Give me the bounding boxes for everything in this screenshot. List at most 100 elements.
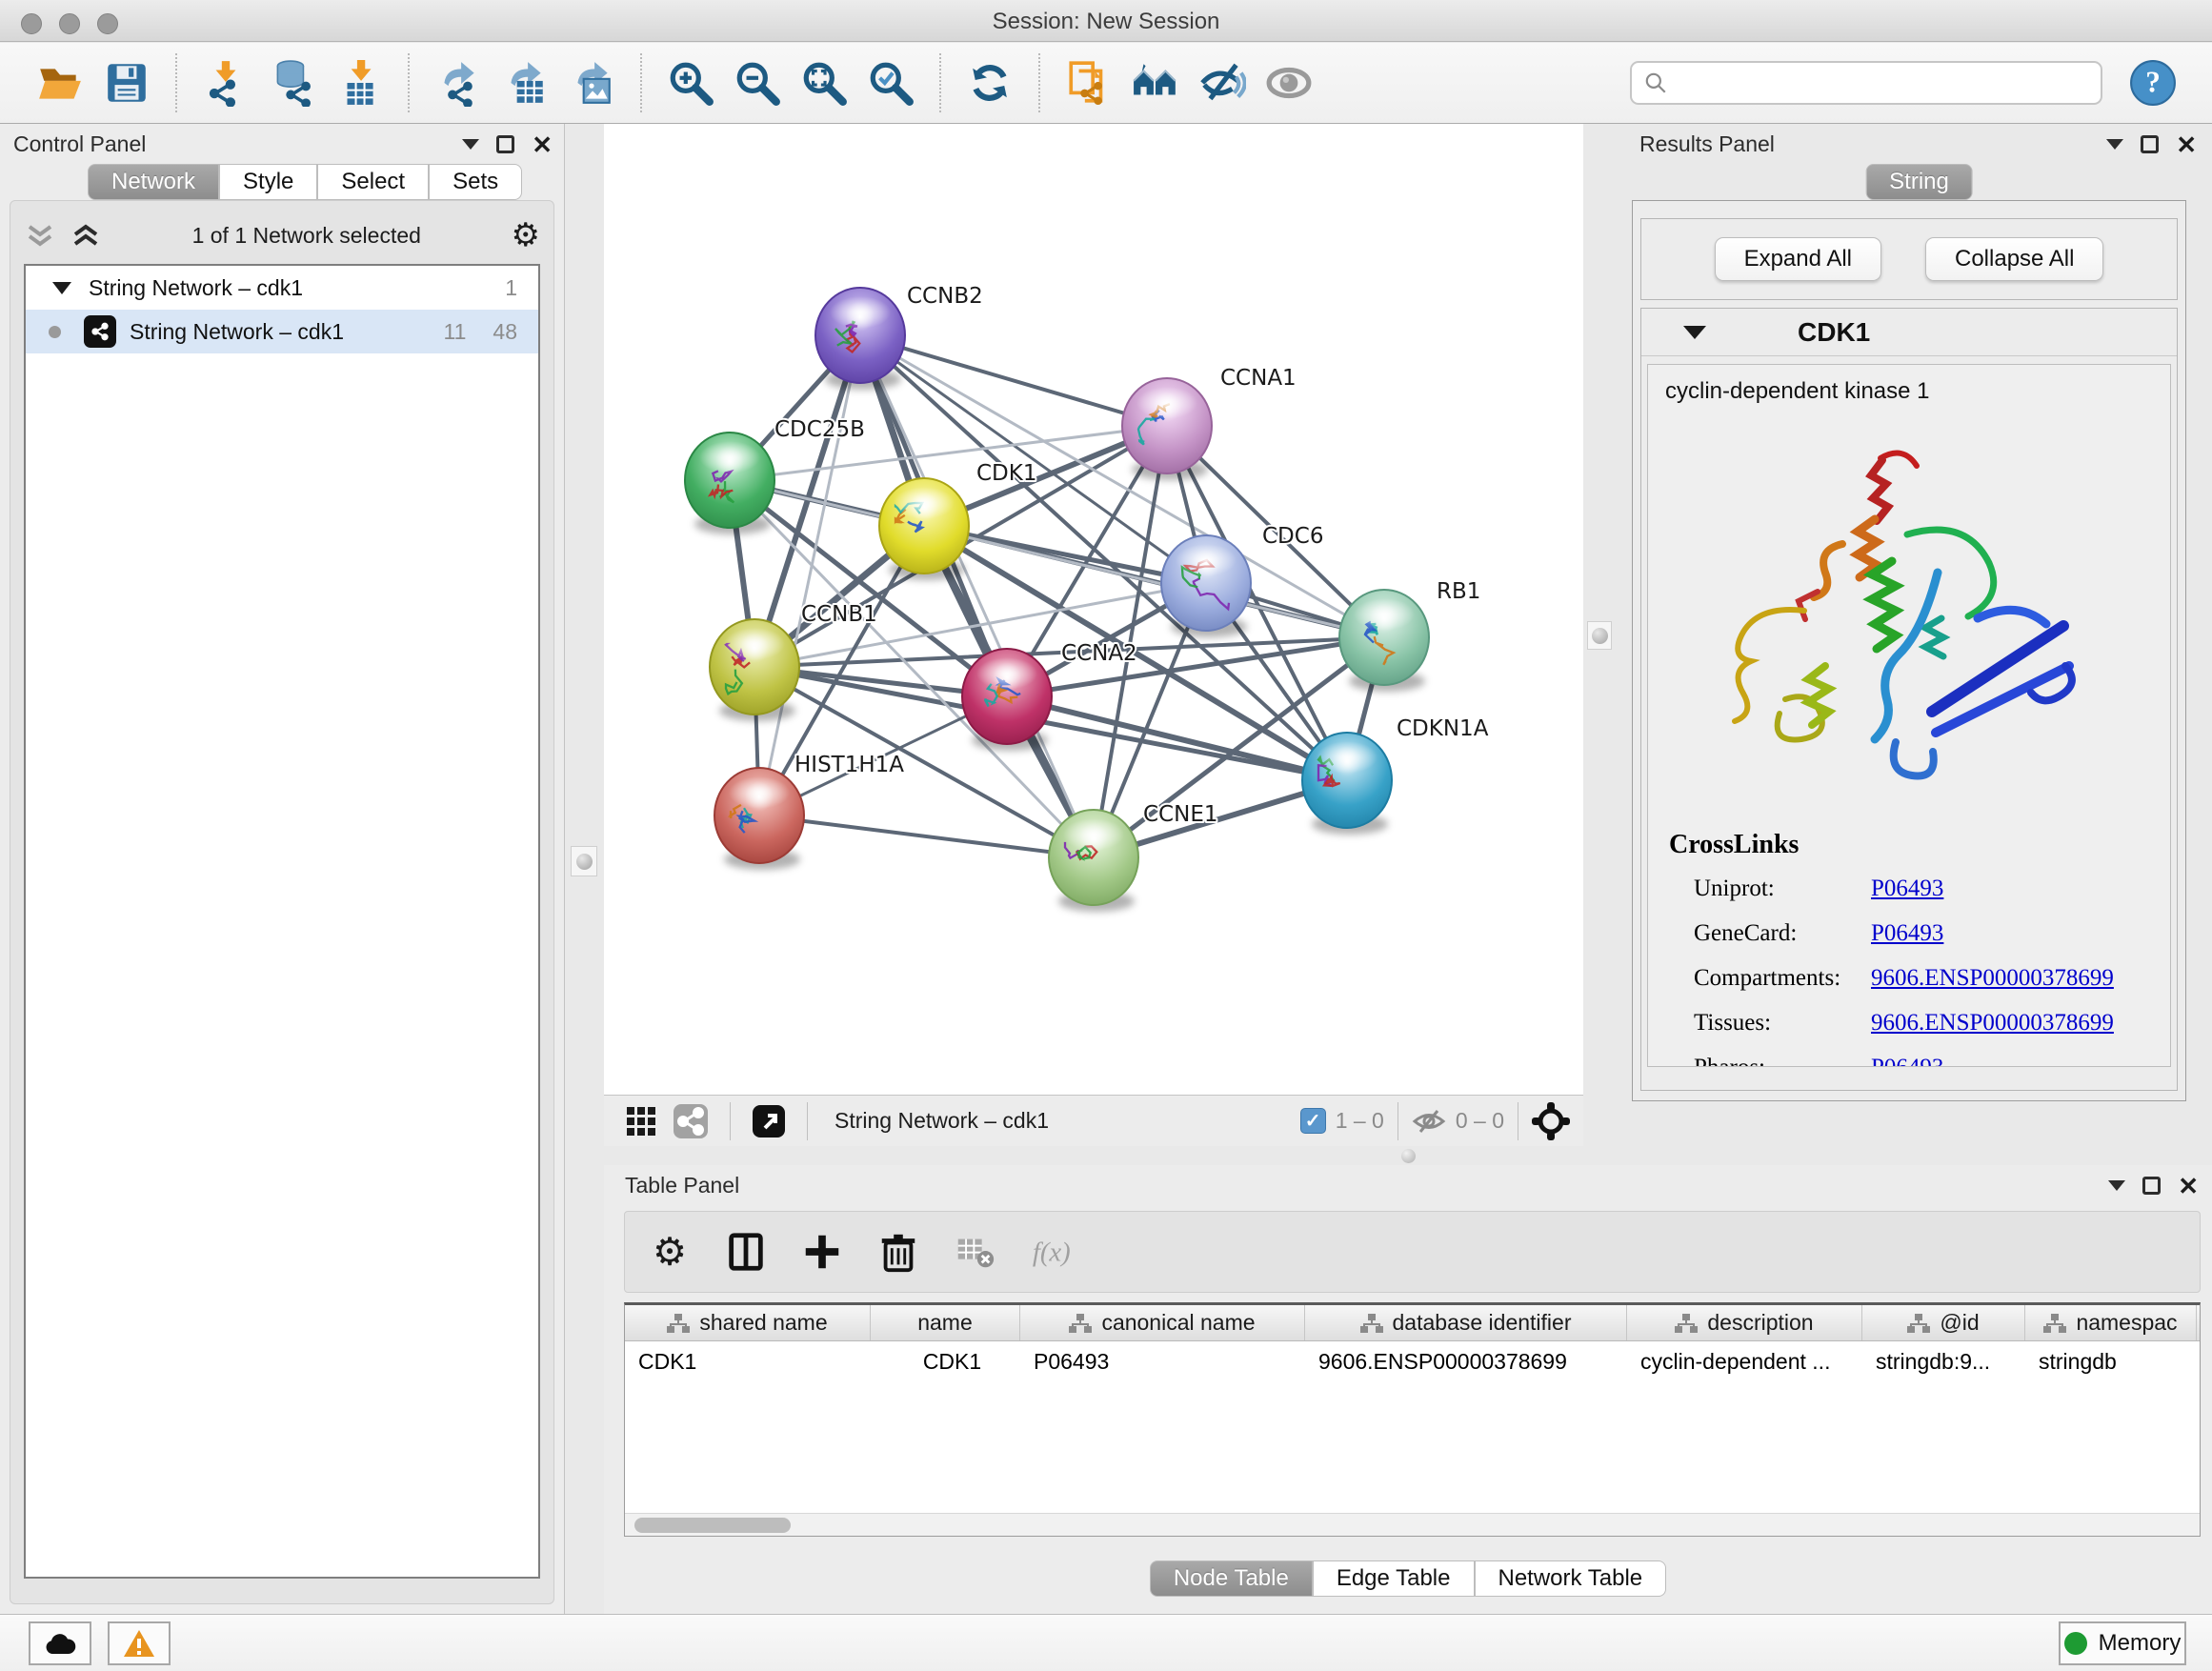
edge-HIST1H1A-CCNE1[interactable]: [759, 815, 1094, 857]
tab-select[interactable]: Select: [317, 164, 429, 200]
zoom-out-icon[interactable]: [731, 56, 784, 110]
help-button[interactable]: ?: [2127, 57, 2179, 109]
tab-sets[interactable]: Sets: [429, 164, 522, 200]
close-panel-icon[interactable]: ✕: [2178, 1174, 2199, 1198]
close-panel-icon[interactable]: ✕: [532, 132, 553, 157]
node-CCNA1[interactable]: [1122, 378, 1212, 480]
cell-canonical-name[interactable]: P06493: [1020, 1349, 1305, 1375]
birdseye-view-icon[interactable]: [625, 1105, 657, 1137]
zoom-in-icon[interactable]: [664, 56, 717, 110]
tree-item-network[interactable]: String Network – cdk11148: [26, 310, 538, 353]
node-HIST1H1A[interactable]: [714, 768, 804, 870]
table-horizontal-scrollbar[interactable]: [625, 1513, 2200, 1536]
node-RB1[interactable]: [1339, 590, 1429, 692]
edge-HIST1H1A-CCNB2[interactable]: [759, 335, 860, 815]
left-splitter-grip[interactable]: [571, 846, 597, 876]
search-box[interactable]: [1630, 61, 2102, 105]
open-session-icon[interactable]: [33, 56, 87, 110]
right-splitter-grip[interactable]: [1587, 621, 1612, 650]
new-network-from-selection-icon[interactable]: [1062, 56, 1116, 110]
save-session-icon[interactable]: [100, 56, 153, 110]
tree-item-collection[interactable]: String Network – cdk11: [26, 266, 538, 310]
column-header-canonical-name[interactable]: canonical name: [1020, 1305, 1305, 1340]
tab-network-table[interactable]: Network Table: [1475, 1560, 1667, 1597]
hide-selected-icon[interactable]: [1196, 56, 1249, 110]
float-panel-icon[interactable]: [2142, 1177, 2161, 1195]
column-header-name[interactable]: name: [871, 1305, 1020, 1340]
table-settings-icon[interactable]: ⚙: [648, 1230, 692, 1274]
toggle-columns-icon[interactable]: [724, 1230, 768, 1274]
right-splitter[interactable]: [1583, 124, 1626, 1146]
scrollbar-thumb[interactable]: [634, 1518, 791, 1533]
crosslink-link[interactable]: 9606.ENSP00000378699: [1871, 965, 2114, 992]
column-header-@id[interactable]: @id: [1862, 1305, 2025, 1340]
tab-style[interactable]: Style: [219, 164, 317, 200]
detach-view-icon[interactable]: [752, 1104, 786, 1138]
column-header-shared-name[interactable]: shared name: [625, 1305, 871, 1340]
gene-section-header[interactable]: CDK1: [1641, 309, 2177, 356]
search-input[interactable]: [1676, 70, 2089, 96]
memory-button[interactable]: Memory: [2059, 1621, 2186, 1665]
node-CCNB1[interactable]: [710, 619, 799, 721]
delete-column-icon[interactable]: [876, 1230, 920, 1274]
selected-checkbox-icon[interactable]: ✓: [1300, 1108, 1326, 1134]
left-splitter[interactable]: [565, 124, 604, 1614]
collapse-node-icon[interactable]: [52, 282, 71, 294]
expand-all-icon[interactable]: [70, 221, 102, 250]
import-table-icon[interactable]: [332, 56, 386, 110]
crosslink-link[interactable]: P06493: [1871, 920, 1943, 947]
crosslink-link[interactable]: 9606.ENSP00000378699: [1871, 1010, 2114, 1037]
panel-menu-icon[interactable]: [2108, 1180, 2125, 1191]
zoom-selected-icon[interactable]: [864, 56, 917, 110]
crosslink-link[interactable]: P06493: [1871, 1055, 1943, 1067]
float-panel-icon[interactable]: [2141, 135, 2159, 153]
warnings-button[interactable]: [108, 1621, 171, 1665]
panel-menu-icon[interactable]: [462, 139, 479, 150]
zoom-fit-icon[interactable]: [797, 56, 851, 110]
cell-namespac[interactable]: stringdb: [2025, 1349, 2197, 1375]
export-network-icon[interactable]: [432, 56, 485, 110]
edge-CCNB2-CCNE1[interactable]: [860, 335, 1094, 857]
crosslink-link[interactable]: P06493: [1871, 876, 1943, 902]
show-all-icon[interactable]: [1262, 56, 1316, 110]
network-canvas[interactable]: CCNB2CCNA1CDC25BCDK1CDC6RB1CCNB1CCNA2CDK…: [604, 124, 1583, 1095]
tab-edge-table[interactable]: Edge Table: [1313, 1560, 1475, 1597]
export-table-icon[interactable]: [498, 56, 552, 110]
new-column-icon[interactable]: [800, 1230, 844, 1274]
node-CDKN1A[interactable]: [1302, 733, 1392, 835]
node-CCNB2[interactable]: [815, 288, 905, 390]
column-header-description[interactable]: description: [1627, 1305, 1862, 1340]
export-image-icon[interactable]: [565, 56, 618, 110]
share-view-icon[interactable]: [673, 1103, 709, 1139]
panel-menu-icon[interactable]: [2106, 139, 2123, 150]
import-network-file-icon[interactable]: [199, 56, 252, 110]
table-row[interactable]: CDK1CDK1P064939606.ENSP00000378699cyclin…: [625, 1341, 2200, 1381]
collapse-all-button[interactable]: Collapse All: [1925, 237, 2103, 281]
import-network-database-icon[interactable]: [266, 56, 319, 110]
fit-selected-crosshair-icon[interactable]: [1532, 1102, 1570, 1140]
node-CDC25B[interactable]: [685, 433, 774, 534]
edge-CCNB2-CCNA1[interactable]: [860, 335, 1167, 426]
network-options-gear-icon[interactable]: ⚙: [512, 216, 540, 254]
collapse-section-icon[interactable]: [1683, 326, 1706, 339]
cell-shared-name[interactable]: CDK1: [625, 1349, 871, 1375]
cloud-status-button[interactable]: [29, 1621, 91, 1665]
node-CCNE1[interactable]: [1049, 810, 1138, 912]
horizontal-splitter[interactable]: [604, 1146, 2212, 1165]
cell-description[interactable]: cyclin-dependent ...: [1627, 1349, 1862, 1375]
tab-node-table[interactable]: Node Table: [1150, 1560, 1313, 1597]
float-panel-icon[interactable]: [496, 135, 514, 153]
tab-string[interactable]: String: [1865, 164, 1973, 200]
cell-name[interactable]: CDK1: [871, 1349, 1020, 1375]
column-header-database-identifier[interactable]: database identifier: [1305, 1305, 1627, 1340]
cell-database-identifier[interactable]: 9606.ENSP00000378699: [1305, 1349, 1627, 1375]
collapse-all-icon[interactable]: [24, 221, 56, 250]
node-CDK1[interactable]: [879, 478, 969, 580]
close-panel-icon[interactable]: ✕: [2176, 132, 2197, 157]
first-neighbors-icon[interactable]: [1129, 56, 1182, 110]
expand-all-button[interactable]: Expand All: [1715, 237, 1881, 281]
column-header-namespac[interactable]: namespac: [2025, 1305, 2197, 1340]
tab-network[interactable]: Network: [88, 164, 219, 200]
refresh-view-icon[interactable]: [963, 56, 1016, 110]
cell-@id[interactable]: stringdb:9...: [1862, 1349, 2025, 1375]
